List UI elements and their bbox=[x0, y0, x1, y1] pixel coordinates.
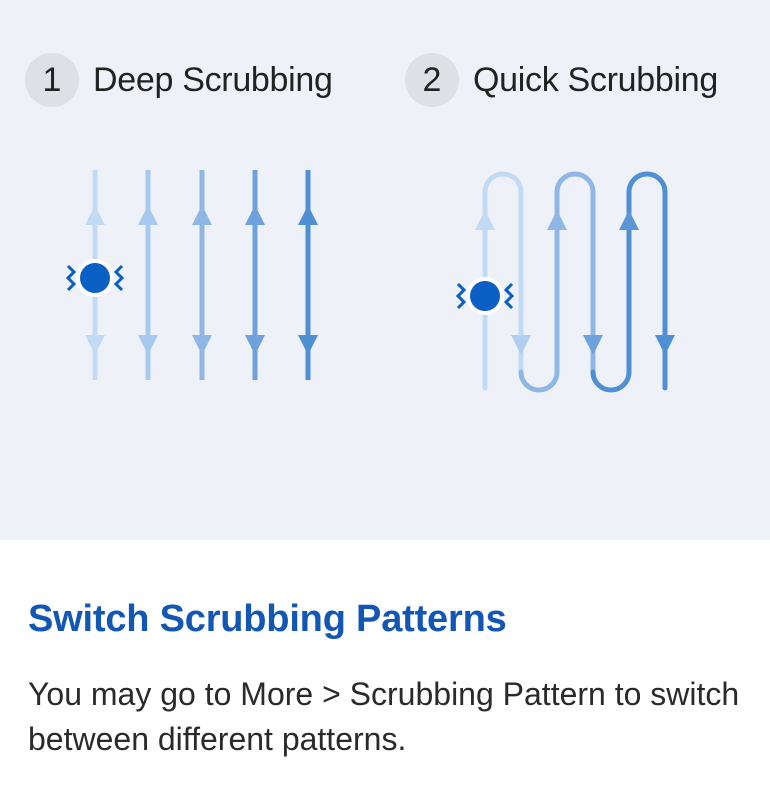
info-heading: Switch Scrubbing Patterns bbox=[28, 598, 507, 640]
quick-scrubbing-diagram bbox=[455, 171, 675, 393]
scrub-path-icon bbox=[482, 171, 668, 393]
illustration-panel: 1 Deep Scrubbing 2 Quick Scrubbing bbox=[0, 0, 770, 540]
robot-position-icon bbox=[65, 259, 125, 297]
pattern-deep-label: 1 Deep Scrubbing bbox=[25, 50, 333, 110]
robot-position-icon bbox=[455, 277, 515, 315]
scrubbing-pattern-page: 1 Deep Scrubbing 2 Quick Scrubbing Switc… bbox=[0, 0, 770, 800]
pattern-number-badge: 1 bbox=[25, 53, 79, 107]
pattern-quick-label: 2 Quick Scrubbing bbox=[405, 50, 718, 110]
info-panel: Switch Scrubbing Patterns You may go to … bbox=[0, 540, 770, 800]
pattern-number-badge: 2 bbox=[405, 53, 459, 107]
info-description: You may go to More > Scrubbing Pattern t… bbox=[28, 676, 740, 757]
pattern-title: Deep Scrubbing bbox=[93, 60, 333, 99]
deep-scrubbing-diagram bbox=[65, 170, 318, 381]
pattern-title: Quick Scrubbing bbox=[473, 60, 718, 99]
arrow-marks bbox=[475, 210, 675, 355]
